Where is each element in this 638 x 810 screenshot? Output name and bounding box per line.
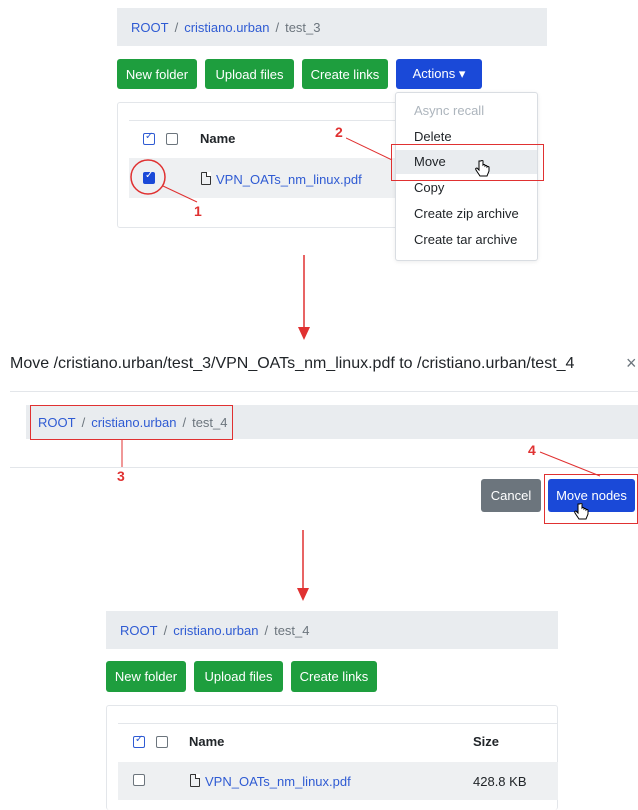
menu-item-async-recall: Async recall (414, 103, 485, 118)
name-column-header: Name (189, 734, 225, 749)
new-folder-button[interactable]: New folder (106, 661, 186, 692)
create-links-button[interactable]: Create links (291, 661, 377, 692)
annotation-line-4 (539, 451, 601, 477)
file-name-link[interactable]: VPN_OATs_nm_linux.pdf (205, 774, 351, 789)
breadcrumb-user-link[interactable]: cristiano.urban (173, 623, 258, 638)
name-column-header: Name (200, 131, 236, 146)
select-all-checkbox[interactable]: ✓ (133, 734, 145, 748)
breadcrumb: ROOT / cristiano.urban / test_3 (117, 8, 547, 46)
cursor-hand-icon (574, 503, 589, 520)
upload-files-button[interactable]: Upload files (205, 59, 294, 89)
annotation-circle-1 (130, 159, 198, 203)
annotation-label-4: 4 (528, 442, 536, 458)
select-all-checkbox[interactable]: ✓ (143, 131, 155, 145)
breadcrumb-separator: / (275, 19, 280, 35)
breadcrumb-separator: / (264, 622, 269, 638)
breadcrumb: ROOT / cristiano.urban / test_4 (106, 611, 558, 649)
cancel-button[interactable]: Cancel (481, 479, 541, 512)
close-icon[interactable]: × (626, 353, 637, 374)
annotation-label-1: 1 (194, 203, 202, 219)
actions-dropdown-button[interactable]: Actions ▾ (396, 59, 482, 89)
breadcrumb-current: test_4 (274, 622, 310, 638)
menu-item-create-tar[interactable]: Create tar archive (396, 228, 537, 252)
create-links-button[interactable]: Create links (302, 59, 388, 89)
dialog-header-divider (10, 391, 638, 392)
file-icon (201, 172, 211, 185)
dialog-title: Move /cristiano.urban/test_3/VPN_OATs_nm… (10, 355, 575, 372)
cursor-hand-icon (475, 160, 490, 177)
flow-arrow-down-icon (298, 255, 310, 340)
file-icon (190, 774, 200, 787)
annotation-label-2: 2 (335, 124, 343, 140)
annotation-box-move-nodes (544, 474, 638, 524)
annotation-line-2 (346, 137, 393, 160)
annotation-line-3 (121, 440, 123, 468)
breadcrumb-user-link[interactable]: cristiano.urban (184, 20, 269, 35)
annotation-box-breadcrumb (30, 405, 233, 440)
breadcrumb-separator: / (174, 19, 179, 35)
select-none-checkbox[interactable] (166, 133, 178, 145)
annotation-label-3: 3 (117, 468, 125, 484)
flow-arrow-down-icon (297, 530, 309, 601)
table-header-divider (118, 723, 558, 724)
size-column-header: Size (473, 734, 500, 749)
annotation-box-move (391, 144, 544, 181)
breadcrumb-root-link[interactable]: ROOT (120, 623, 158, 638)
upload-files-button[interactable]: Upload files (194, 661, 283, 692)
table-header-divider (129, 120, 399, 121)
file-size: 428.8 KB (473, 774, 527, 789)
menu-item-create-zip[interactable]: Create zip archive (396, 202, 537, 226)
row-checkbox[interactable] (133, 774, 145, 786)
breadcrumb-current: test_3 (285, 19, 321, 35)
file-name-link[interactable]: VPN_OATs_nm_linux.pdf (216, 172, 362, 187)
new-folder-button[interactable]: New folder (117, 59, 197, 89)
breadcrumb-separator: / (163, 622, 168, 638)
select-none-checkbox[interactable] (156, 736, 168, 748)
breadcrumb-root-link[interactable]: ROOT (131, 20, 169, 35)
